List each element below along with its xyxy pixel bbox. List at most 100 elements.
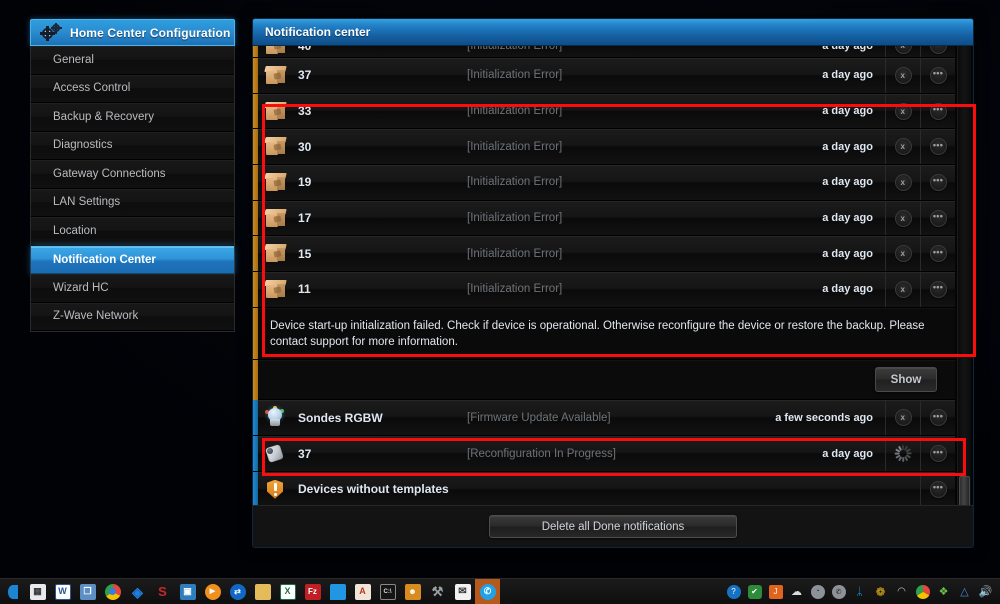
show-button[interactable]: Show bbox=[875, 367, 937, 393]
notification-menu-button[interactable]: ••• bbox=[920, 93, 955, 129]
mail-icon[interactable]: ✉ bbox=[450, 579, 475, 604]
remote-desktop-icon[interactable]: ❐ bbox=[75, 579, 100, 604]
word-icon[interactable]: W bbox=[50, 579, 75, 604]
delete-all-done-notifications-button[interactable]: Delete all Done notifications bbox=[489, 515, 737, 538]
chrome-tray-icon[interactable] bbox=[912, 579, 933, 604]
notification-row[interactable]: 40 [Initialization Error] a day ago x ••… bbox=[253, 46, 955, 58]
notification-menu-button[interactable]: ••• bbox=[920, 200, 955, 236]
notification-state: [Initialization Error] bbox=[467, 105, 563, 118]
notification-row[interactable]: 33 [Initialization Error] a day ago x ••… bbox=[253, 93, 955, 130]
notification-menu-button[interactable]: ••• bbox=[920, 471, 955, 505]
help-icon[interactable]: ? bbox=[723, 579, 744, 604]
start-icon[interactable] bbox=[0, 579, 25, 604]
notification-time: a day ago bbox=[822, 283, 873, 296]
notification-close-button[interactable]: x bbox=[885, 46, 920, 57]
sidebar-nav-list: General Access Control Backup & Recovery… bbox=[30, 46, 235, 332]
more-options-icon: ••• bbox=[929, 66, 947, 84]
package-icon bbox=[258, 101, 292, 121]
media-player-icon[interactable]: ▶ bbox=[200, 579, 225, 604]
notification-row[interactable]: 30 [Initialization Error] a day ago x ••… bbox=[253, 129, 955, 166]
contacts-icon[interactable]: ▣ bbox=[175, 579, 200, 604]
notification-device-name: 33 bbox=[298, 104, 312, 119]
messaging-icon[interactable] bbox=[325, 579, 350, 604]
notification-menu-button[interactable]: ••• bbox=[920, 58, 955, 93]
notification-close-button[interactable]: x bbox=[885, 272, 920, 307]
sidebar-item-z-wave-network[interactable]: Z-Wave Network bbox=[31, 302, 234, 331]
package-icon bbox=[258, 137, 292, 156]
dropbox-icon[interactable]: ◈ bbox=[125, 579, 150, 604]
bluetooth-icon[interactable]: ᛦ bbox=[849, 579, 870, 604]
sidebar-item-general[interactable]: General bbox=[31, 46, 234, 75]
notification-state: [Initialization Error] bbox=[467, 212, 563, 225]
notification-row[interactable]: Devices without templates ••• bbox=[253, 471, 955, 505]
contact-card-icon[interactable]: ☻ bbox=[400, 579, 425, 604]
notification-row[interactable]: 17 [Initialization Error] a day ago x ••… bbox=[253, 200, 955, 237]
sync-icon[interactable]: ❖ bbox=[933, 579, 954, 604]
notification-close-button[interactable]: x bbox=[885, 58, 920, 93]
sidebar-header: Home Center Configuration bbox=[30, 19, 235, 46]
notification-menu-button[interactable]: ••• bbox=[920, 165, 955, 200]
sidebar-item-gateway-connections[interactable]: Gateway Connections bbox=[31, 160, 234, 189]
chrome-icon[interactable] bbox=[100, 579, 125, 604]
scrollbar-thumb[interactable] bbox=[959, 476, 970, 505]
notification-close-button[interactable]: x bbox=[885, 129, 920, 165]
onedrive-icon[interactable]: ☁ bbox=[786, 579, 807, 604]
sidebar-item-location[interactable]: Location bbox=[31, 217, 234, 246]
store-icon[interactable]: ▦ bbox=[25, 579, 50, 604]
shield-warning-icon bbox=[258, 479, 292, 499]
notification-menu-button[interactable]: ••• bbox=[920, 272, 955, 307]
close-icon: x bbox=[894, 409, 912, 427]
sidebar-item-notification-center[interactable]: Notification Center bbox=[31, 245, 234, 274]
notification-close-button[interactable]: x bbox=[885, 93, 920, 129]
photos-icon[interactable]: ❁ bbox=[870, 579, 891, 604]
tools-icon[interactable]: ⚒ bbox=[425, 579, 450, 604]
teamviewer-icon[interactable]: ⇄ bbox=[225, 579, 250, 604]
notification-close-button[interactable]: x bbox=[885, 200, 920, 236]
notification-menu-button[interactable]: ••• bbox=[920, 129, 955, 165]
notification-menu-button[interactable]: ••• bbox=[920, 46, 955, 57]
notification-device-name: 37 bbox=[298, 446, 312, 461]
notification-menu-button[interactable]: ••• bbox=[920, 436, 955, 471]
notification-row[interactable]: 37 [Initialization Error] a day ago x ••… bbox=[253, 58, 955, 94]
wifi-icon[interactable]: ◠ bbox=[891, 579, 912, 604]
filezilla-icon[interactable]: Fz bbox=[300, 579, 325, 604]
folder-icon[interactable] bbox=[250, 579, 275, 604]
volume-icon[interactable]: 🔊 bbox=[975, 579, 996, 604]
notification-row[interactable]: 19 [Initialization Error] a day ago x ••… bbox=[253, 165, 955, 201]
notification-state: [Initialization Error] bbox=[467, 283, 563, 296]
notification-row[interactable]: 15 [Initialization Error] a day ago x ••… bbox=[253, 236, 955, 273]
row-accent-bar bbox=[253, 359, 258, 400]
notification-time: a day ago bbox=[822, 212, 873, 225]
notification-close-button[interactable]: x bbox=[885, 165, 920, 200]
notification-list-scrollbar[interactable] bbox=[957, 46, 971, 505]
clock-icon[interactable]: ◔ bbox=[807, 579, 828, 604]
window-title-bar: Notification center bbox=[253, 19, 973, 46]
notification-close-button[interactable]: x bbox=[885, 236, 920, 272]
snagit-icon[interactable]: S bbox=[150, 579, 175, 604]
google-drive-icon[interactable]: △ bbox=[954, 579, 975, 604]
security-shield-icon[interactable]: ✔ bbox=[744, 579, 765, 604]
notification-row[interactable]: 11 [Initialization Error] a day ago x ••… bbox=[253, 272, 955, 308]
sidebar-item-wizard-hc[interactable]: Wizard HC bbox=[31, 274, 234, 303]
notification-device-name: 15 bbox=[298, 246, 312, 261]
skype-icon[interactable]: ✆ bbox=[475, 578, 500, 604]
windows-taskbar: ▦ W ❐ ◈ S ▣ ▶ ⇄ X Fz A C:\ ☻ ⚒ ✉ ✆ ? ✔ J… bbox=[0, 578, 1000, 604]
acrobat-icon[interactable]: A bbox=[350, 579, 375, 604]
loading-spinner-icon bbox=[894, 445, 912, 462]
sidebar-title: Home Center Configuration bbox=[70, 25, 231, 40]
notification-menu-button[interactable]: ••• bbox=[920, 236, 955, 272]
cmd-icon[interactable]: C:\ bbox=[375, 579, 400, 604]
phone-icon[interactable]: ✆ bbox=[828, 579, 849, 604]
sidebar-item-backup-recovery[interactable]: Backup & Recovery bbox=[31, 103, 234, 132]
excel-icon[interactable]: X bbox=[275, 579, 300, 604]
notification-row[interactable]: Sondes RGBW [Firmware Update Available] … bbox=[253, 400, 955, 437]
java-icon[interactable]: J bbox=[765, 579, 786, 604]
sidebar-item-lan-settings[interactable]: LAN Settings bbox=[31, 188, 234, 217]
sidebar-item-diagnostics[interactable]: Diagnostics bbox=[31, 131, 234, 160]
taskbar-app-icons: ▦ W ❐ ◈ S ▣ ▶ ⇄ X Fz A C:\ ☻ ⚒ ✉ ✆ bbox=[0, 578, 500, 604]
sidebar-item-access-control[interactable]: Access Control bbox=[31, 74, 234, 103]
notification-row[interactable]: 37 [Reconfiguration In Progress] a day a… bbox=[253, 436, 955, 472]
package-icon bbox=[258, 65, 292, 85]
notification-menu-button[interactable]: ••• bbox=[920, 400, 955, 436]
notification-close-button[interactable]: x bbox=[885, 400, 920, 436]
